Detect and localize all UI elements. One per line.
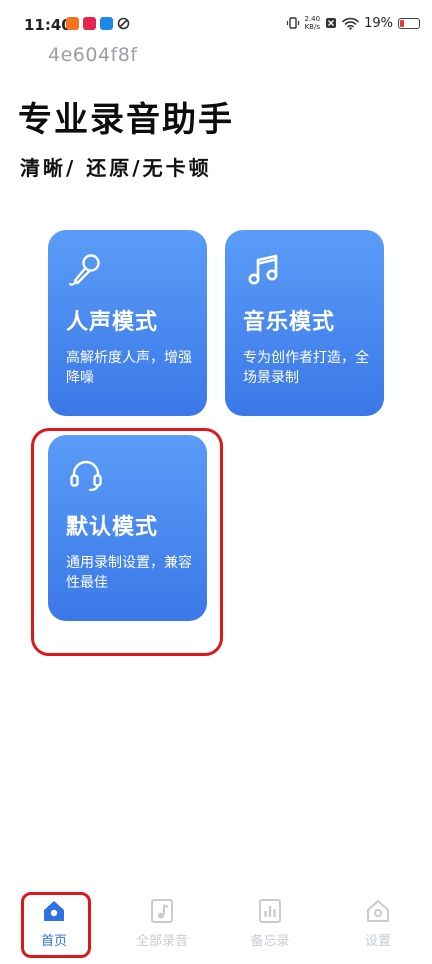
highlight-box-default-mode (31, 428, 223, 656)
app-notification-icon (83, 17, 96, 30)
notification-icons (66, 17, 130, 30)
link-icon (117, 17, 130, 30)
app-notification-icon (66, 17, 79, 30)
tab-label: 设置 (364, 934, 391, 949)
status-time: 11:40 (24, 16, 72, 34)
vibrate-icon (286, 17, 299, 29)
mode-description: 高解析度人声，增强降噪 (66, 350, 192, 386)
tab-home[interactable]: 首页 (8, 898, 100, 949)
mode-title: 音乐模式 (243, 310, 336, 335)
home-icon (44, 901, 64, 921)
app-notification-icon (100, 17, 113, 30)
music-file-icon (151, 899, 173, 923)
chart-icon (259, 899, 281, 923)
tab-memo[interactable]: 备忘录 (224, 898, 316, 949)
tab-label: 备忘录 (250, 934, 290, 949)
mode-card-music[interactable]: 音乐模式 专为创作者打造，全场景录制 (225, 230, 384, 416)
net-speed-value: 2.40 (304, 15, 321, 23)
wifi-icon (342, 17, 359, 30)
bottom-tab-bar: 首页 全部录音 备忘录 设置 (0, 888, 432, 964)
tab-label: 全部录音 (135, 934, 188, 949)
net-speed: 2.40 KB/s (305, 15, 321, 31)
sim-off-icon (326, 18, 337, 28)
net-speed-unit: KB/s (304, 23, 320, 31)
mode-description: 专为创作者打造，全场景录制 (243, 350, 369, 386)
battery-percent: 19% (364, 15, 393, 31)
tab-label: 首页 (40, 934, 67, 949)
mode-card-vocal[interactable]: 人声模式 高解析度人声，增强降噪 (48, 230, 207, 416)
status-right: 2.40 KB/s 19% (286, 15, 420, 31)
battery-icon (398, 17, 420, 29)
tab-settings[interactable]: 设置 (332, 898, 424, 949)
battery-level (400, 19, 404, 27)
page-title: 专业录音助手 (18, 100, 234, 140)
mode-title: 人声模式 (66, 310, 159, 335)
music-note-icon (248, 254, 278, 285)
page-subtitle: 清晰/ 还原/无卡顿 (20, 156, 212, 180)
settings-house-icon (367, 900, 389, 922)
status-bar: 11:40 2.40 KB/s 19% (0, 0, 432, 48)
device-id: 4e604f8f (48, 44, 138, 66)
tab-all-recordings[interactable]: 全部录音 (116, 898, 208, 949)
microphone-icon (68, 254, 100, 286)
